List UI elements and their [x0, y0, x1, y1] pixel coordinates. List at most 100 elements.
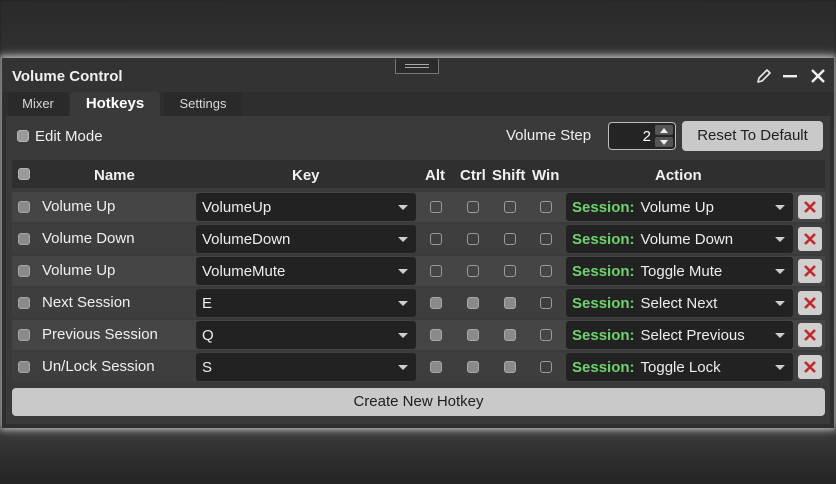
hotkey-name: Next Session — [42, 294, 131, 311]
delete-x-icon — [804, 329, 816, 341]
shift-modifier-checkbox[interactable] — [504, 233, 516, 245]
win-modifier-checkbox[interactable] — [540, 265, 552, 277]
key-dropdown[interactable]: Q — [196, 321, 416, 349]
alt-modifier-checkbox[interactable] — [430, 297, 442, 309]
table-row: Volume Up VolumeUp Session: Volume Up — [12, 192, 825, 222]
delete-hotkey-button[interactable] — [798, 355, 822, 379]
delete-x-icon — [804, 233, 816, 245]
edit-mode-checkbox[interactable] — [17, 130, 29, 142]
key-dropdown[interactable]: VolumeDown — [196, 225, 416, 253]
action-value: Session: Volume Down — [572, 231, 733, 248]
ctrl-modifier-checkbox[interactable] — [467, 297, 479, 309]
delete-hotkey-button[interactable] — [798, 259, 822, 283]
win-modifier-checkbox[interactable] — [540, 297, 552, 309]
alt-modifier-checkbox[interactable] — [430, 233, 442, 245]
shift-modifier-checkbox[interactable] — [504, 361, 516, 373]
table-row: Un/Lock Session S Session: Toggle Lock — [12, 352, 825, 382]
close-icon[interactable] — [808, 66, 828, 86]
chevron-down-icon — [775, 365, 785, 370]
row-select-checkbox[interactable] — [18, 361, 30, 373]
table-row: Previous Session Q Session: Select Previo… — [12, 320, 825, 350]
key-dropdown[interactable]: S — [196, 353, 416, 381]
alt-modifier-checkbox[interactable] — [430, 329, 442, 341]
action-dropdown[interactable]: Session: Toggle Mute — [566, 257, 793, 285]
shift-modifier-checkbox[interactable] — [504, 329, 516, 341]
grip-line — [405, 64, 429, 65]
window-title: Volume Control — [12, 68, 123, 85]
chevron-down-icon — [775, 269, 785, 274]
delete-hotkey-button[interactable] — [798, 195, 822, 219]
key-dropdown[interactable]: VolumeMute — [196, 257, 416, 285]
hotkey-name: Volume Up — [42, 198, 116, 215]
key-dropdown[interactable]: E — [196, 289, 416, 317]
hotkey-name: Un/Lock Session — [42, 358, 155, 375]
grip-line — [405, 67, 429, 68]
key-value: VolumeMute — [202, 263, 286, 280]
delete-x-icon — [804, 265, 816, 277]
delete-hotkey-button[interactable] — [798, 291, 822, 315]
delete-hotkey-button[interactable] — [798, 227, 822, 251]
action-dropdown[interactable]: Session: Toggle Lock — [566, 353, 793, 381]
action-value: Session: Toggle Lock — [572, 359, 721, 376]
delete-x-icon — [804, 201, 816, 213]
session-prefix: Session: — [572, 263, 635, 280]
row-select-checkbox[interactable] — [18, 329, 30, 341]
delete-hotkey-button[interactable] — [798, 323, 822, 347]
header-name: Name — [94, 167, 135, 184]
reset-to-default-button[interactable]: Reset To Default — [682, 121, 823, 151]
alt-modifier-checkbox[interactable] — [430, 361, 442, 373]
stepper-up-button[interactable] — [655, 125, 673, 135]
session-prefix: Session: — [572, 199, 635, 216]
win-modifier-checkbox[interactable] — [540, 201, 552, 213]
tab-settings[interactable]: Settings — [164, 92, 242, 116]
ctrl-modifier-checkbox[interactable] — [467, 329, 479, 341]
row-select-checkbox[interactable] — [18, 265, 30, 277]
alt-modifier-checkbox[interactable] — [430, 265, 442, 277]
select-all-checkbox[interactable] — [18, 168, 30, 180]
ctrl-modifier-checkbox[interactable] — [467, 361, 479, 373]
volume-step-stepper[interactable]: 2 — [608, 122, 676, 150]
delete-x-icon — [804, 361, 816, 373]
ctrl-modifier-checkbox[interactable] — [467, 201, 479, 213]
key-value: Q — [202, 327, 214, 344]
row-select-checkbox[interactable] — [18, 201, 30, 213]
key-dropdown[interactable]: VolumeUp — [196, 193, 416, 221]
chevron-down-icon — [660, 139, 668, 145]
win-modifier-checkbox[interactable] — [540, 361, 552, 373]
minimize-icon[interactable] — [780, 66, 800, 86]
table-header: Name Key Alt Ctrl Shift Win Action — [12, 160, 825, 188]
win-modifier-checkbox[interactable] — [540, 329, 552, 341]
volume-step-value: 2 — [642, 128, 651, 145]
delete-x-icon — [804, 297, 816, 309]
chevron-down-icon — [398, 333, 408, 338]
action-value: Session: Select Previous — [572, 327, 745, 344]
drag-handle[interactable] — [395, 59, 439, 74]
title-bar[interactable]: Volume Control — [2, 58, 834, 92]
shift-modifier-checkbox[interactable] — [504, 265, 516, 277]
pencil-icon[interactable] — [754, 66, 774, 86]
create-new-hotkey-button[interactable]: Create New Hotkey — [12, 388, 825, 416]
win-modifier-checkbox[interactable] — [540, 233, 552, 245]
shift-modifier-checkbox[interactable] — [504, 297, 516, 309]
action-dropdown[interactable]: Session: Select Previous — [566, 321, 793, 349]
header-win: Win — [532, 167, 560, 184]
action-label: Select Next — [640, 295, 718, 312]
row-select-checkbox[interactable] — [18, 297, 30, 309]
key-value: VolumeDown — [202, 231, 291, 248]
shift-modifier-checkbox[interactable] — [504, 201, 516, 213]
tab-hotkeys[interactable]: Hotkeys — [70, 92, 160, 116]
alt-modifier-checkbox[interactable] — [430, 201, 442, 213]
background-bottom — [0, 428, 836, 484]
tab-mixer[interactable]: Mixer — [8, 92, 68, 116]
ctrl-modifier-checkbox[interactable] — [467, 233, 479, 245]
stepper-down-button[interactable] — [655, 137, 673, 147]
action-dropdown[interactable]: Session: Volume Down — [566, 225, 793, 253]
row-select-checkbox[interactable] — [18, 233, 30, 245]
ctrl-modifier-checkbox[interactable] — [467, 265, 479, 277]
action-label: Volume Up — [640, 199, 714, 216]
header-action: Action — [655, 167, 702, 184]
header-alt: Alt — [425, 167, 445, 184]
action-dropdown[interactable]: Session: Select Next — [566, 289, 793, 317]
action-dropdown[interactable]: Session: Volume Up — [566, 193, 793, 221]
hotkey-name: Volume Up — [42, 262, 116, 279]
